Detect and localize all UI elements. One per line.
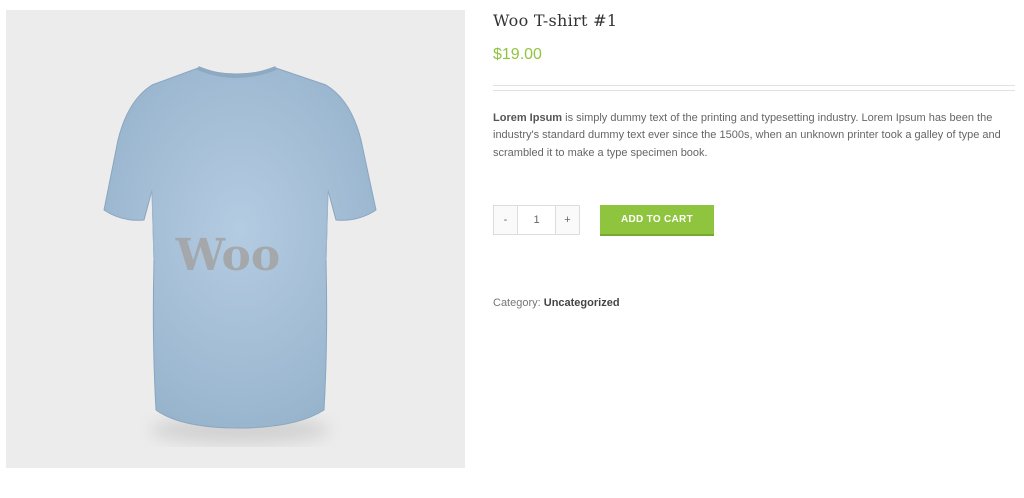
description-lead: Lorem Ipsum [493, 112, 563, 124]
product-description: Lorem Ipsum is simply dummy text of the … [493, 110, 1015, 162]
product-image[interactable]: Woo [6, 10, 465, 468]
quantity-minus-button[interactable]: - [494, 206, 517, 234]
category-label: Category: [493, 297, 544, 309]
divider [493, 90, 1015, 91]
divider [493, 85, 1015, 86]
category-link[interactable]: Uncategorized [544, 297, 620, 309]
description-text: is simply dummy text of the printing and… [493, 112, 1001, 159]
tshirt-watermark-text: Woo [175, 230, 281, 281]
tshirt-image: Woo [103, 66, 377, 444]
product-title: Woo T-shirt #1 [493, 11, 618, 30]
add-to-cart-button[interactable]: ADD TO CART [600, 205, 714, 236]
quantity-plus-button[interactable]: + [556, 206, 579, 234]
quantity-input[interactable]: 1 [517, 206, 556, 234]
quantity-stepper: - 1 + [493, 205, 580, 235]
product-price: $19.00 [493, 46, 542, 63]
product-meta: Category: Uncategorized [493, 297, 620, 309]
